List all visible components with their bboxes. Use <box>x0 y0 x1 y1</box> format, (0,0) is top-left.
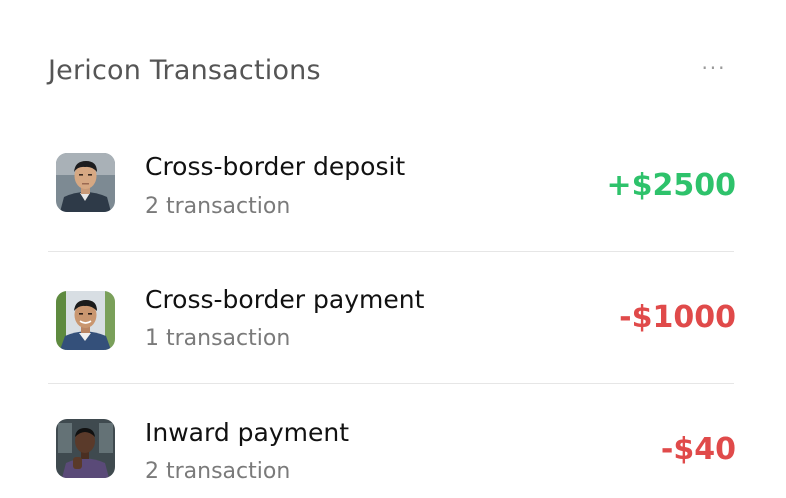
transaction-amount: -$40 <box>660 432 736 467</box>
widget-title: Jericon Transactions <box>48 55 321 86</box>
more-options-icon[interactable]: ··· <box>693 58 735 78</box>
avatar <box>56 153 115 212</box>
transaction-name: Cross-border deposit <box>145 152 406 181</box>
transactions-widget: Jericon Transactions ··· Cross-border de… <box>0 0 786 498</box>
avatar <box>56 419 115 478</box>
transaction-name: Inward payment <box>145 418 350 447</box>
transaction-row[interactable]: Inward payment 2 transaction -$40 <box>0 384 786 498</box>
transaction-name: Cross-border payment <box>145 285 425 314</box>
transaction-count: 2 transaction <box>145 194 291 219</box>
transaction-row[interactable]: Cross-border payment 1 transaction -$100… <box>0 252 786 384</box>
transaction-count: 2 transaction <box>145 459 291 484</box>
avatar <box>56 291 115 350</box>
transaction-row[interactable]: Cross-border deposit 2 transaction +$250… <box>0 120 786 252</box>
transaction-amount: -$1000 <box>619 300 736 335</box>
transaction-amount: +$2500 <box>606 168 736 203</box>
transaction-count: 1 transaction <box>145 326 291 351</box>
